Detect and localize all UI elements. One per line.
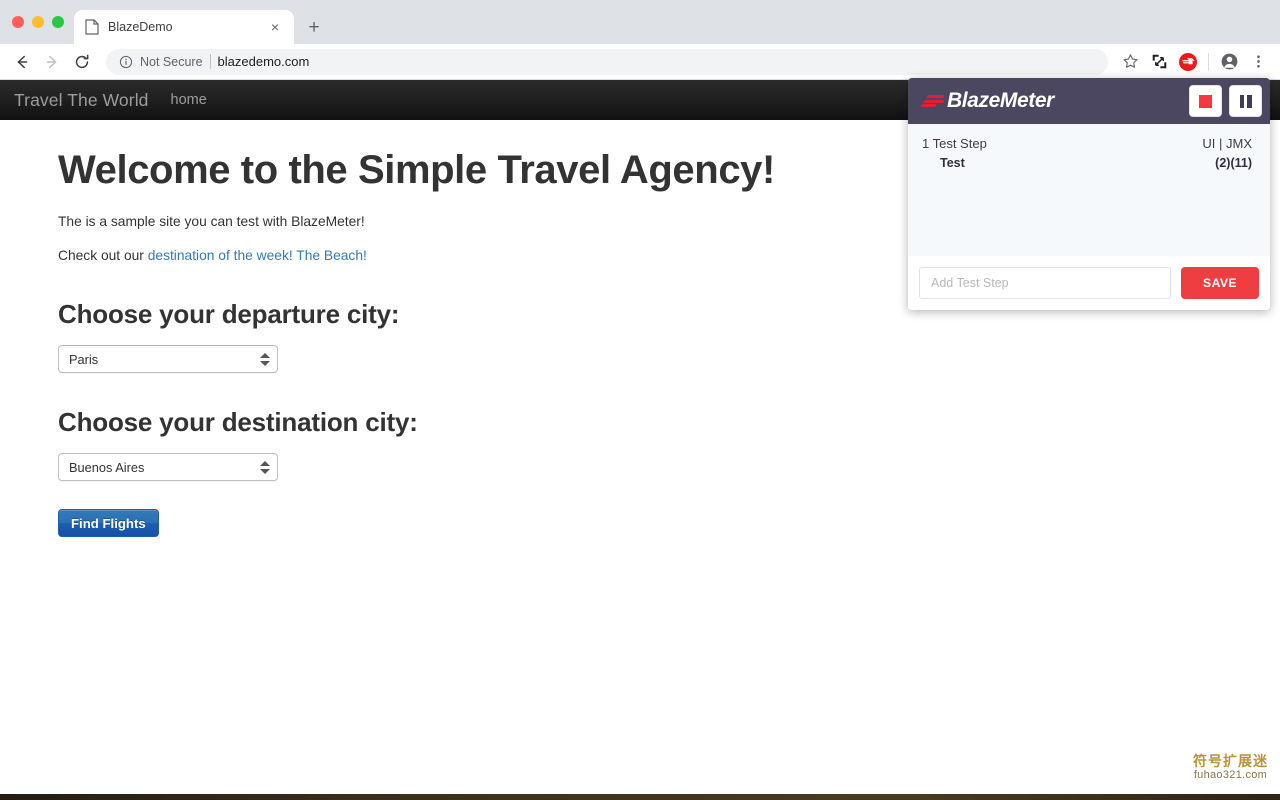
add-test-step-input[interactable] [919, 267, 1171, 299]
watermark-domain: fuhao321.com [1193, 769, 1268, 782]
blazemeter-controls [1189, 85, 1262, 117]
security-status-label: Not Secure [140, 54, 203, 69]
stop-icon [1199, 94, 1212, 108]
browser-window: BlazeDemo × + Not Secure blazedemo.com T… [0, 0, 1280, 800]
save-button[interactable]: SAVE [1181, 267, 1259, 299]
forward-icon[interactable] [38, 48, 66, 76]
back-icon[interactable] [8, 48, 36, 76]
url-text: blazedemo.com [217, 54, 310, 69]
menu-icon[interactable] [1244, 48, 1272, 76]
site-brand[interactable]: Travel The World [14, 90, 149, 111]
blazemeter-logo-icon [921, 93, 945, 109]
find-flights-button[interactable]: Find Flights [58, 509, 159, 538]
test-step-counts: (2)(11) [1215, 156, 1252, 170]
blazemeter-logo-text: BlazeMeter [947, 89, 1054, 112]
destination-city-select[interactable]: Buenos Aires [58, 453, 278, 482]
blazemeter-panel: BlazeMeter 1 Test Step UI | JMX Test (2)… [908, 78, 1270, 310]
close-window-button[interactable] [12, 16, 24, 28]
address-bar[interactable]: Not Secure blazedemo.com [106, 48, 1108, 75]
browser-tab-blazedemo[interactable]: BlazeDemo × [74, 10, 294, 44]
tab-title: BlazeDemo [108, 20, 173, 34]
tab-strip: BlazeDemo × + [0, 0, 1280, 44]
browser-toolbar: Not Secure blazedemo.com [0, 44, 1280, 80]
watermark-chinese: 符号扩展迷 [1193, 753, 1268, 770]
nav-link-home[interactable]: home [171, 92, 207, 108]
info-icon[interactable] [118, 54, 133, 69]
test-steps-summary-row: 1 Test Step UI | JMX [922, 136, 1252, 151]
blazemeter-panel-body: 1 Test Step UI | JMX Test (2)(11) [908, 124, 1270, 256]
divider [1208, 52, 1209, 71]
minimize-window-button[interactable] [32, 16, 44, 28]
extension-badge [1179, 52, 1197, 71]
destination-of-week-link[interactable]: destination of the week! The Beach! [148, 248, 367, 263]
stop-recording-button[interactable] [1189, 85, 1222, 117]
blazemeter-panel-header: BlazeMeter [908, 78, 1270, 124]
close-icon[interactable]: × [266, 18, 284, 36]
watermark: 符号扩展迷 fuhao321.com [1193, 753, 1268, 782]
profile-icon[interactable] [1215, 48, 1243, 76]
test-format-label: UI | JMX [1202, 136, 1252, 151]
divider [209, 54, 211, 69]
pause-recording-button[interactable] [1229, 85, 1262, 117]
bookmark-star-icon[interactable] [1116, 48, 1144, 76]
chevron-updown-icon [259, 458, 270, 476]
departure-city-value: Paris [58, 345, 278, 374]
test-step-count: 1 Test Step [922, 136, 987, 151]
test-step-name: Test [940, 156, 965, 170]
departure-city-select[interactable]: Paris [58, 345, 278, 374]
maximize-window-button[interactable] [52, 16, 64, 28]
blazemeter-logo: BlazeMeter [921, 89, 1054, 113]
reload-icon[interactable] [68, 48, 96, 76]
new-tab-button[interactable]: + [300, 13, 328, 41]
toolbar-icons [1116, 48, 1272, 76]
page-icon [84, 19, 100, 35]
destination-prefix: Check out our [58, 247, 148, 263]
destination-city-value: Buenos Aires [58, 453, 278, 482]
chevron-updown-icon [259, 350, 270, 368]
screenshot-icon[interactable] [1145, 48, 1173, 76]
window-controls [8, 0, 74, 44]
bottom-bar [0, 794, 1280, 800]
blazemeter-panel-footer: SAVE [908, 256, 1270, 310]
destination-city-label: Choose your destination city: [58, 407, 418, 438]
blazemeter-extension-icon[interactable] [1174, 48, 1202, 76]
pause-icon [1239, 94, 1252, 108]
test-step-row[interactable]: Test (2)(11) [922, 156, 1252, 170]
